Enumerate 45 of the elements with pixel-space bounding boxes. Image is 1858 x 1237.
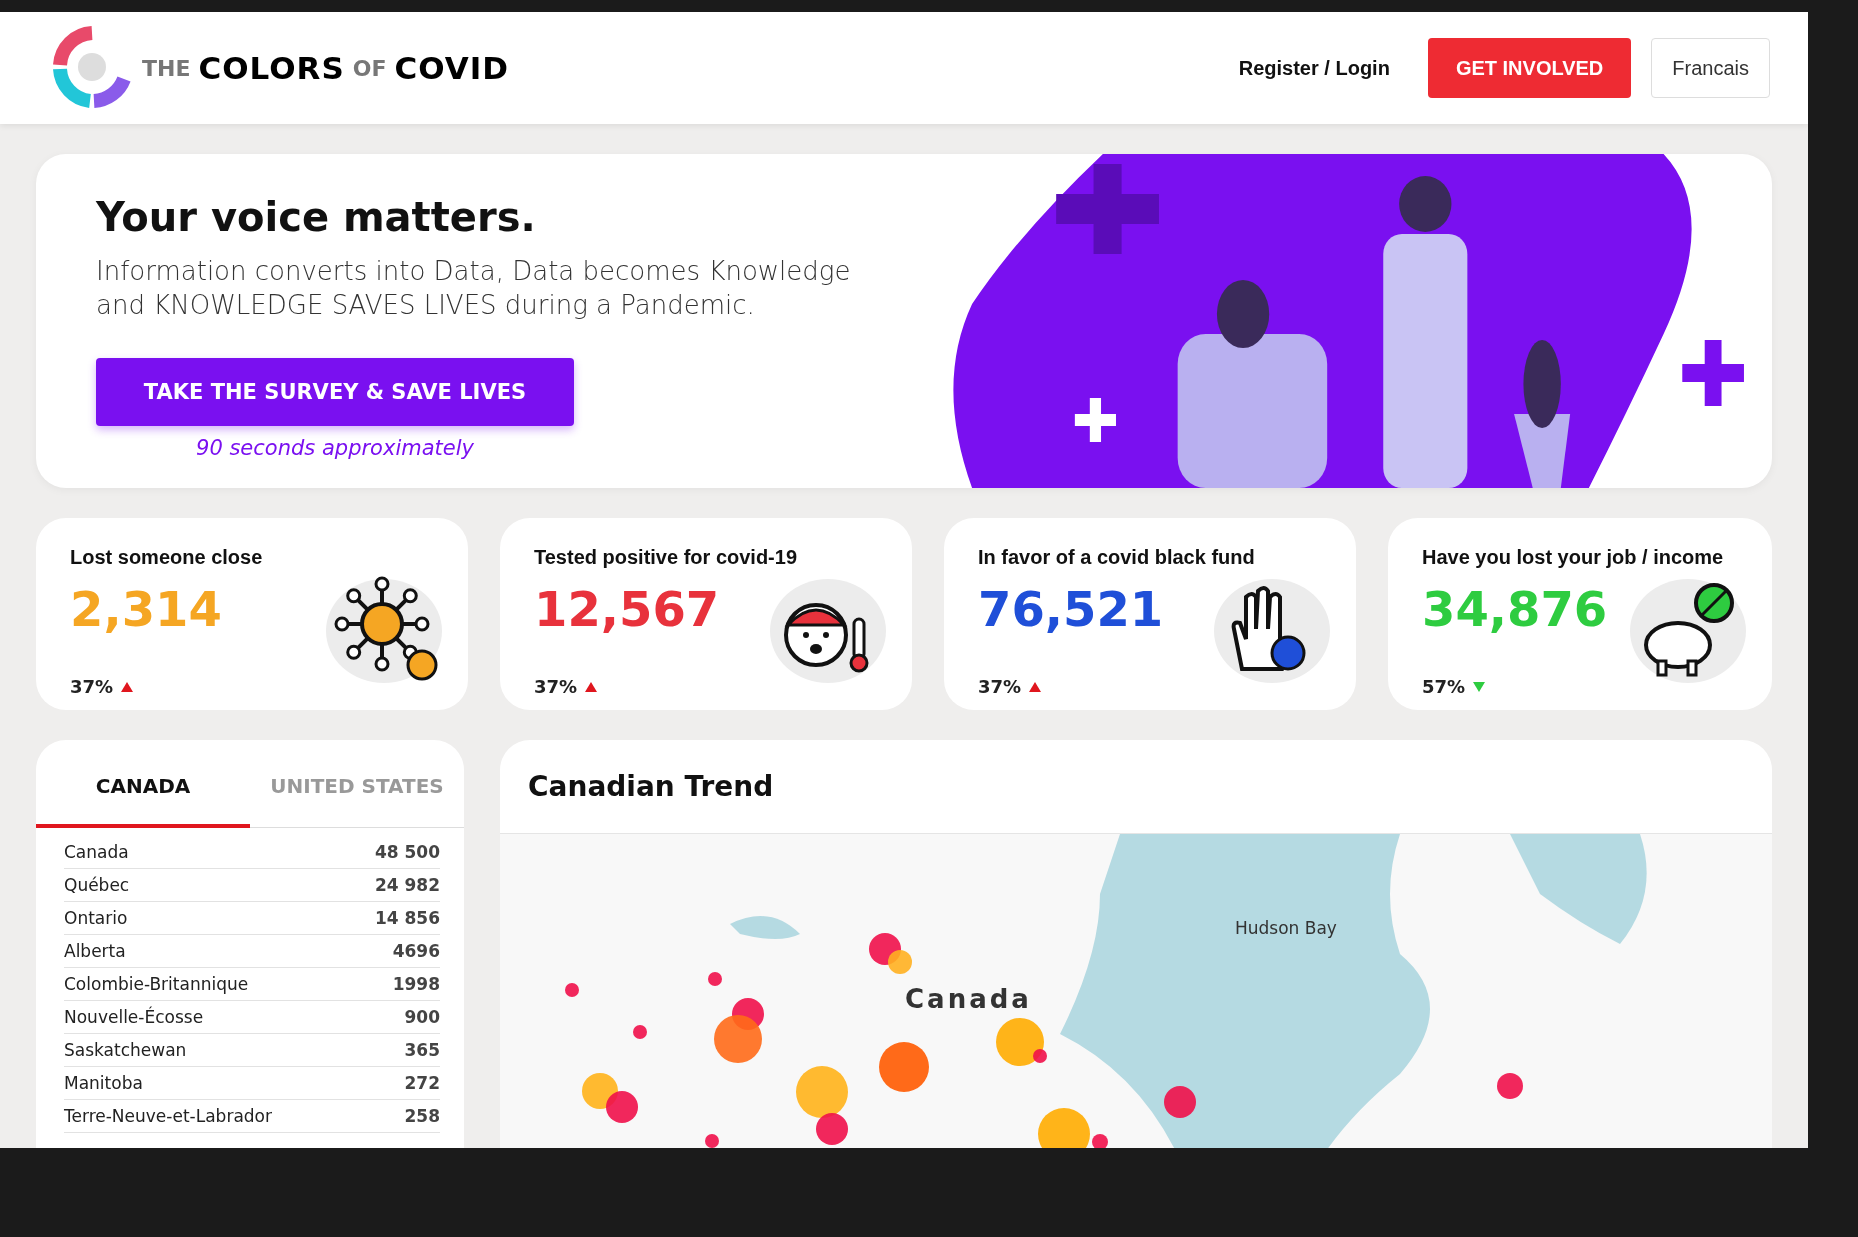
stat-value: 12,567 [534, 581, 720, 640]
case-count: 258 [404, 1106, 440, 1126]
hero-title: Your voice matters. [96, 194, 537, 240]
get-involved-button[interactable]: GET INVOLVED [1427, 38, 1632, 98]
case-count: 48 500 [374, 842, 440, 862]
case-count: 4696 [392, 941, 440, 961]
region-name: Ontario [64, 908, 128, 928]
stat-change: 57% [1422, 676, 1466, 698]
logo-text: COVID [394, 50, 510, 86]
logo-text: OF [352, 55, 387, 81]
stat-title: Tested positive for covid-19 [534, 546, 799, 570]
stat-title: Have you lost your job / income [1422, 546, 1725, 570]
map-label: Hudson Bay [1235, 918, 1337, 938]
case-count: 24 982 [374, 875, 440, 895]
region-name: Canada [64, 842, 129, 862]
hero-text: Information converts into Data, Data becomes Knowledge and KNOWLEDGE SAVES LIVES during a Pandemic. [96, 255, 852, 322]
stat-change: 37% [534, 676, 578, 698]
language-button[interactable]: Francais [1651, 38, 1770, 98]
case-count: 14 856 [374, 908, 440, 928]
case-count: 1998 [392, 974, 440, 994]
stat-title: Lost someone close [70, 546, 264, 570]
region-name: Terre-Neuve-et-Labrador [64, 1106, 272, 1126]
stat-change: 37% [70, 676, 114, 698]
login-link[interactable]: Register / Login [1220, 56, 1408, 80]
map-label: Canada [905, 984, 1032, 1014]
case-count: 900 [404, 1007, 440, 1027]
region-name: Manitoba [64, 1073, 143, 1093]
survey-note: 90 seconds approximately [195, 436, 475, 460]
region-name: Nouvelle-Écosse [64, 1007, 204, 1027]
stat-change: 37% [978, 676, 1022, 698]
logo-icon [50, 25, 134, 111]
region-tab[interactable]: CANADA [36, 774, 250, 828]
region-name: Colombie-Britannique [64, 974, 249, 994]
region-name: Québec [64, 875, 130, 895]
stat-value: 2,314 [70, 581, 222, 640]
stat-value: 34,876 [1422, 581, 1608, 640]
case-count: 272 [404, 1073, 440, 1093]
case-count: 365 [404, 1040, 440, 1060]
region-name: Saskatchewan [64, 1040, 187, 1060]
stat-title: In favor of a covid black fund [978, 546, 1256, 570]
logo-text: COLORS [198, 50, 345, 86]
survey-button[interactable]: TAKE THE SURVEY & SAVE LIVES [96, 358, 574, 426]
region-name: Alberta [64, 941, 126, 961]
stat-value: 76,521 [978, 581, 1164, 640]
logo-text: THE [142, 55, 191, 81]
